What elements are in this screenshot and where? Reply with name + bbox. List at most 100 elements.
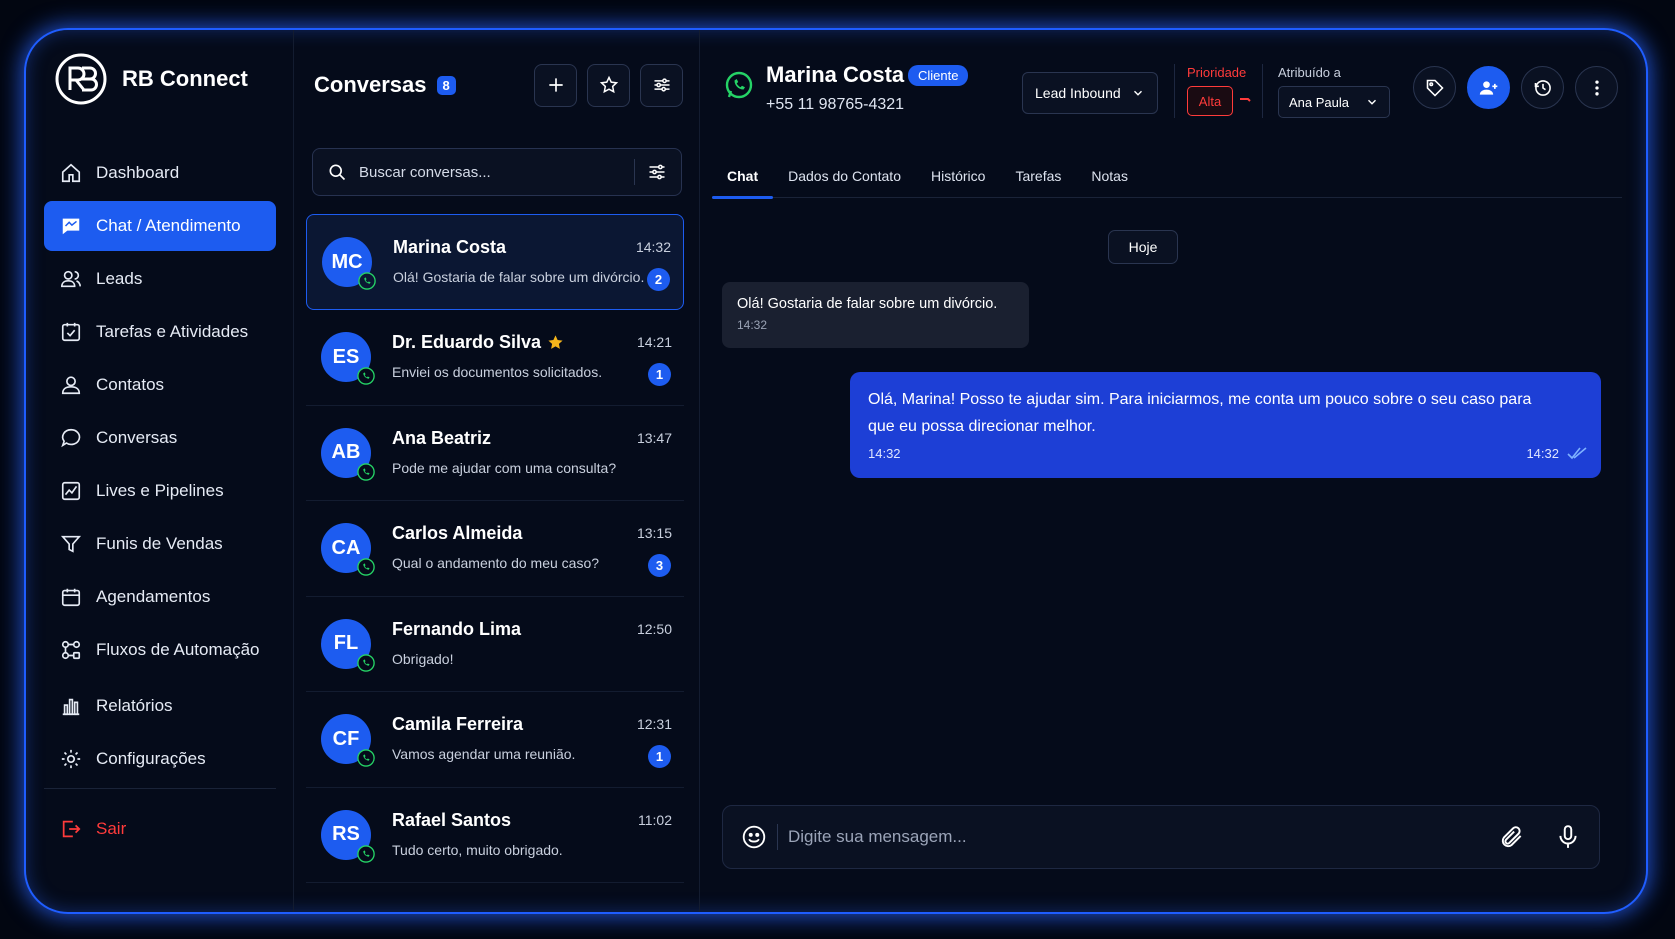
avatar: MC bbox=[322, 237, 376, 290]
message-bubble-icon bbox=[61, 428, 81, 448]
message-time: 14:21 bbox=[636, 334, 672, 350]
tab-notas[interactable]: Notas bbox=[1076, 158, 1143, 198]
conversation-item[interactable]: CA Carlos Almeida Qual o andamento do me… bbox=[306, 501, 684, 597]
last-message: Vamos agendar uma reunião. bbox=[392, 746, 576, 762]
logout-label: Sair bbox=[96, 819, 127, 838]
double-check-icon bbox=[1567, 447, 1587, 460]
message-time: 14:32 bbox=[635, 239, 671, 255]
conversation-item[interactable]: ES Dr. Eduardo Silva Enviei os documento… bbox=[306, 310, 684, 406]
filter-settings-button[interactable] bbox=[640, 63, 683, 107]
message-time: 12:50 bbox=[636, 620, 672, 637]
gear-icon bbox=[61, 749, 81, 769]
search-icon bbox=[329, 164, 346, 181]
sidebar-item-label: Agendamentos bbox=[96, 587, 211, 606]
message-text: Olá, Marina! Posso te ajudar sim. Para i… bbox=[868, 391, 1532, 435]
checklist-icon bbox=[61, 322, 81, 342]
sidebar-item-label: Lives e Pipelines bbox=[96, 481, 224, 500]
sidebar-item-conversas[interactable]: Conversas bbox=[44, 413, 276, 463]
conversation-header: Conversas 8 bbox=[314, 62, 683, 108]
sidebar-item-pipelines[interactable]: Lives e Pipelines bbox=[44, 466, 276, 516]
pipeline-chart-icon bbox=[61, 481, 81, 501]
sidebar-item-chat[interactable]: Chat / Atendimento bbox=[44, 201, 276, 251]
whatsapp-icon bbox=[358, 272, 376, 290]
logout-button[interactable]: Sair bbox=[60, 818, 126, 840]
whatsapp-icon bbox=[357, 367, 375, 385]
star-icon bbox=[548, 335, 563, 349]
rb-logo bbox=[55, 53, 107, 105]
more-options-button[interactable] bbox=[1575, 66, 1618, 109]
avatar: FL bbox=[321, 618, 375, 672]
conversation-search bbox=[312, 148, 682, 196]
tab-tarefas[interactable]: Tarefas bbox=[1000, 158, 1076, 198]
filter-icon[interactable] bbox=[647, 162, 667, 182]
contact-type-badge: Cliente bbox=[908, 65, 969, 86]
contact-name: Ana Beatriz bbox=[392, 427, 492, 448]
sidebar-item-configuracoes[interactable]: Configurações bbox=[44, 734, 276, 784]
automation-icon bbox=[61, 640, 81, 660]
tag-button[interactable] bbox=[1413, 66, 1456, 109]
last-message: Pode me ajudar com uma consulta? bbox=[392, 459, 617, 476]
message-time: 12:31 bbox=[636, 716, 672, 732]
search-input[interactable] bbox=[359, 163, 622, 181]
sidebar-item-leads[interactable]: Leads bbox=[44, 254, 276, 304]
unread-badge: 3 bbox=[648, 554, 671, 577]
sidebar-item-dashboard[interactable]: Dashboard bbox=[44, 148, 276, 198]
sidebar-item-relatorios[interactable]: Relatórios bbox=[44, 681, 276, 731]
sidebar-item-label: Fluxos de Automação bbox=[96, 640, 260, 659]
conversation-item[interactable]: FL Fernando Lima Obrigado! 12:50 bbox=[306, 597, 684, 692]
sidebar-item-contatos[interactable]: Contatos bbox=[44, 360, 276, 410]
tab-chat[interactable]: Chat bbox=[712, 158, 774, 199]
conversation-title: Conversas bbox=[314, 72, 427, 97]
outgoing-message: Olá, Marina! Posso te ajudar sim. Para i… bbox=[850, 372, 1601, 478]
assignee-select[interactable]: Ana Paula bbox=[1278, 86, 1390, 118]
sidebar-divider bbox=[44, 788, 276, 789]
plus-icon bbox=[548, 78, 563, 92]
whatsapp-icon bbox=[357, 653, 375, 672]
conversation-item[interactable]: CF Camila Ferreira Vamos agendar uma reu… bbox=[306, 692, 684, 788]
conversation-item[interactable]: RS Rafael Santos Tudo certo, muito obrig… bbox=[306, 788, 684, 883]
funnel-icon bbox=[60, 535, 82, 553]
sidebar-item-label: Configurações bbox=[96, 749, 206, 768]
sidebar-item-agendamentos[interactable]: Agendamentos bbox=[44, 572, 276, 622]
sidebar-item-label: Funis de Vendas bbox=[96, 534, 223, 553]
sidebar-item-funis[interactable]: Funis de Vendas bbox=[44, 519, 276, 569]
history-button[interactable] bbox=[1521, 66, 1564, 109]
sidebar-item-fluxos[interactable]: Fluxos de Automação bbox=[44, 625, 276, 675]
conversation-list: MC Marina Costa Olá! Gostaria de falar s… bbox=[306, 214, 684, 883]
incoming-message: Olá! Gostaria de falar sobre um divórcio… bbox=[722, 282, 1029, 348]
avatar: RS bbox=[321, 809, 375, 863]
tab-historico[interactable]: Histórico bbox=[916, 158, 1000, 198]
new-conversation-button[interactable] bbox=[534, 63, 577, 107]
favorites-button[interactable] bbox=[587, 63, 630, 107]
sidebar-item-tarefas[interactable]: Tarefas e Atividades bbox=[44, 307, 276, 357]
sidebar-item-label: Chat / Atendimento bbox=[96, 216, 241, 235]
attachment-icon[interactable] bbox=[1499, 824, 1525, 850]
message-composer bbox=[722, 805, 1600, 869]
conversation-item[interactable]: MC Marina Costa Olá! Gostaria de falar s… bbox=[306, 214, 684, 310]
last-message: Obrigado! bbox=[392, 650, 454, 667]
tab-dados-contato[interactable]: Dados do Contato bbox=[773, 158, 916, 198]
brand-name: RB Connect bbox=[122, 66, 248, 91]
sidebar-item-label: Relatórios bbox=[96, 696, 173, 715]
unread-badge: 1 bbox=[648, 363, 671, 386]
conversation-item[interactable]: AB Ana Beatriz Pode me ajudar com uma co… bbox=[306, 406, 684, 501]
avatar: CA bbox=[321, 523, 375, 576]
message-input[interactable] bbox=[788, 827, 1499, 847]
priority-label: Prioridade bbox=[1187, 65, 1247, 80]
whatsapp-icon bbox=[725, 71, 753, 99]
message-time: 13:15 bbox=[636, 525, 672, 541]
microphone-icon[interactable] bbox=[1555, 824, 1581, 850]
contact-profile-button[interactable] bbox=[1467, 66, 1510, 109]
user-icon bbox=[61, 376, 81, 395]
contact-phone: +55 11 98765-4321 bbox=[766, 96, 905, 113]
emoji-icon[interactable] bbox=[741, 824, 767, 850]
conversation-panel: Conversas 8 MC bbox=[294, 30, 700, 912]
sidebar-item-label: Tarefas e Atividades bbox=[96, 322, 249, 341]
contact-name: Carlos Almeida bbox=[392, 523, 523, 543]
last-message: Olá! Gostaria de falar sobre um divórcio… bbox=[393, 269, 645, 285]
lead-source-select[interactable]: Lead Inbound bbox=[1022, 72, 1158, 114]
avatar: ES bbox=[321, 332, 375, 385]
home-icon bbox=[61, 163, 81, 183]
priority-badge[interactable]: Alta bbox=[1187, 86, 1233, 116]
brand[interactable]: RB Connect bbox=[54, 52, 248, 106]
